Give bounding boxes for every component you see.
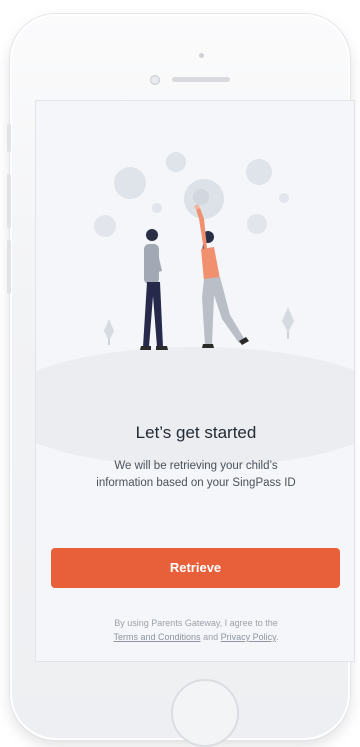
- bubble-shape: [94, 215, 116, 237]
- bubble-shape: [247, 214, 267, 234]
- app-screen: Let’s get started We will be retrieving …: [35, 100, 355, 662]
- legal-notice: By using Parents Gateway, I agree to the…: [36, 616, 354, 644]
- retrieve-button[interactable]: Retrieve: [51, 548, 340, 588]
- bubble-shape: [166, 152, 186, 172]
- woman-figure: [194, 204, 249, 348]
- bubble-shape: [246, 159, 272, 185]
- legal-prefix-text: By using Parents Gateway, I agree to the: [114, 618, 278, 628]
- front-camera-icon: [150, 75, 160, 85]
- home-button[interactable]: [171, 679, 239, 747]
- privacy-policy-link[interactable]: Privacy Policy: [221, 632, 276, 642]
- man-figure: [140, 229, 168, 350]
- volume-up-button: [7, 174, 11, 228]
- bubble-shape: [279, 193, 289, 203]
- device-stage: Let’s get started We will be retrieving …: [0, 0, 360, 747]
- description-text: We will be retrieving your child’s infor…: [36, 458, 354, 492]
- volume-down-button: [7, 240, 11, 294]
- mute-switch: [7, 124, 11, 152]
- legal-suffix-text: .: [275, 632, 279, 642]
- earpiece-speaker: [172, 77, 230, 82]
- legal-and-text: and: [203, 632, 219, 642]
- bubble-shape: [193, 189, 209, 205]
- terms-link[interactable]: Terms and Conditions: [114, 632, 201, 642]
- camera-dot: [199, 53, 204, 58]
- bubble-shape: [114, 167, 146, 199]
- page-title: Let’s get started: [135, 423, 257, 442]
- description-line: information based on your SingPass ID: [96, 477, 296, 489]
- tree-shape: [282, 307, 294, 333]
- tree-shape: [104, 319, 114, 341]
- bubble-shape: [152, 203, 162, 213]
- description-line: We will be retrieving your child’s: [114, 460, 278, 472]
- illustration-people-bubbles: [94, 152, 294, 350]
